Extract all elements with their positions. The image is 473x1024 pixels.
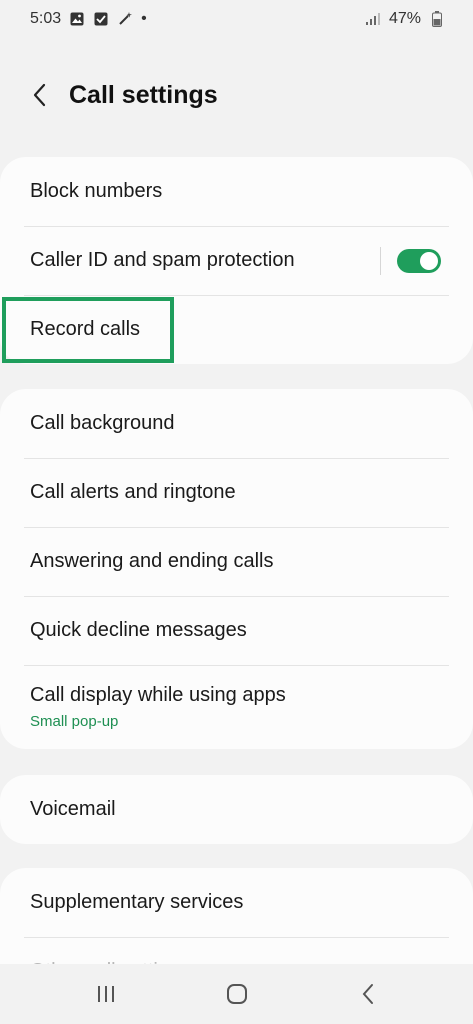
recent-apps-icon [97,986,114,1002]
nav-back-button[interactable] [348,974,388,1014]
status-bar: 5:03 • 47% [0,0,473,38]
settings-card-call-options: Call background Call alerts and ringtone… [0,389,473,749]
record-calls-item[interactable]: Record calls [0,295,473,364]
battery-percent: 47% [388,10,421,27]
status-left: 5:03 • [30,10,147,28]
status-right: 47% [365,10,445,28]
status-time: 5:03 [30,10,62,27]
navigation-bar [0,964,473,1024]
item-label: Call alerts and ringtone [30,481,236,503]
settings-card-services: Supplementary services Other call settin… [0,868,473,968]
item-label: Quick decline messages [30,619,247,641]
toggle-knob [420,251,438,270]
gallery-icon [69,11,85,27]
item-label: Supplementary services [30,891,244,913]
toggle-divider [380,246,381,275]
recent-apps-button[interactable] [86,974,126,1014]
item-label: Block numbers [30,180,163,202]
magic-wand-icon [117,11,133,27]
block-numbers-item[interactable]: Block numbers [0,157,473,226]
chevron-left-icon [33,83,46,107]
status-dot: • [141,10,147,27]
caller-id-spam-item[interactable]: Caller ID and spam protection [0,226,473,295]
home-icon [226,984,247,1004]
item-label: Caller ID and spam protection [30,249,295,271]
settings-card-voicemail: Voicemail [0,775,473,844]
caller-id-toggle[interactable] [397,248,441,273]
settings-card-calls: Block numbers Caller ID and spam protect… [0,157,473,364]
call-background-item[interactable]: Call background [0,389,473,458]
item-label: Call background [30,412,175,434]
quick-decline-messages-item[interactable]: Quick decline messages [0,596,473,665]
call-alerts-ringtone-item[interactable]: Call alerts and ringtone [0,458,473,527]
signal-icon [365,11,381,27]
back-button[interactable] [26,81,54,109]
page-title: Call settings [69,80,218,109]
item-label: Record calls [30,318,141,340]
supplementary-services-item[interactable]: Supplementary services [0,868,473,937]
battery-icon [429,11,445,27]
item-label: Call display while using apps [30,684,286,706]
checkbox-icon [93,11,109,27]
answering-ending-calls-item[interactable]: Answering and ending calls [0,527,473,596]
item-subtitle: Small pop-up [30,713,119,730]
call-display-apps-item[interactable]: Call display while using apps Small pop-… [0,665,473,749]
toggle-wrap [380,246,441,275]
app-header: Call settings [0,70,473,120]
voicemail-item[interactable]: Voicemail [0,775,473,844]
home-button[interactable] [217,974,257,1014]
back-icon [362,984,373,1004]
item-label: Voicemail [30,798,116,820]
item-label: Answering and ending calls [30,550,274,572]
